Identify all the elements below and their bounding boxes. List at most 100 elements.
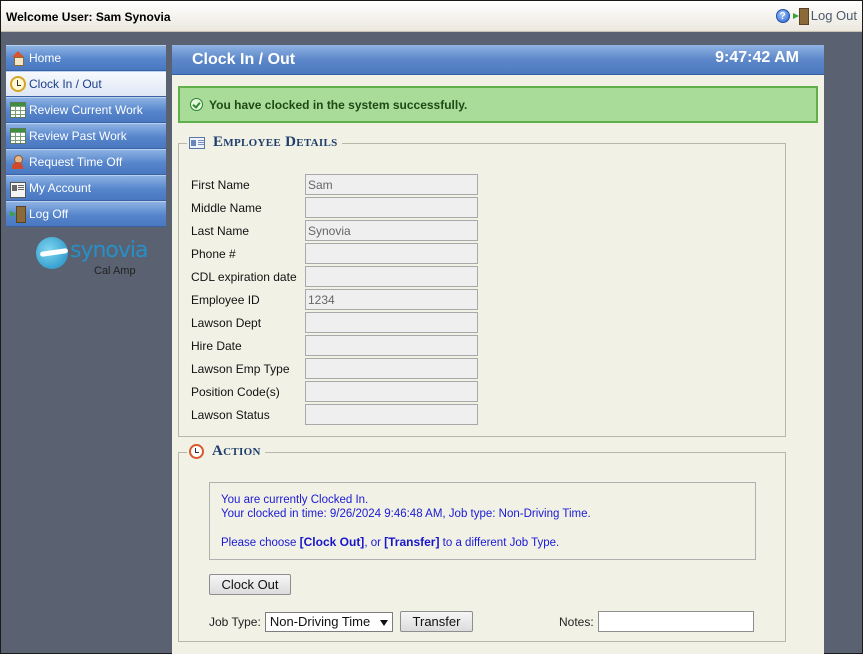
help-icon[interactable]: ? <box>775 8 790 23</box>
door-exit-icon <box>10 206 26 223</box>
main-panel: Clock In / Out 9:47:42 AM You have clock… <box>172 45 824 654</box>
middle-name-field[interactable] <box>305 197 478 218</box>
position-codes-field[interactable] <box>305 381 478 402</box>
sidebar-item-request-time-off[interactable]: Request Time Off <box>6 149 166 175</box>
field-lawson-dept: Lawson Dept <box>191 312 478 333</box>
top-actions: ? Log Out <box>775 8 857 25</box>
action-section: Action You are currently Clocked In. You… <box>178 443 786 642</box>
logout-link[interactable]: Log Out <box>792 8 857 25</box>
person-icon <box>10 154 26 170</box>
sidebar-item-label: Review Past Work <box>29 129 127 143</box>
sidebar-item-review-current-work[interactable]: Review Current Work <box>6 97 166 123</box>
clock-status-box: You are currently Clocked In. Your clock… <box>209 482 756 560</box>
chevron-down-icon <box>379 619 388 626</box>
notes-label: Notes: <box>559 614 594 629</box>
field-label: Position Code(s) <box>191 384 280 399</box>
field-phone: Phone # <box>191 243 478 264</box>
status-line-2: Your clocked in time: 9/26/2024 9:46:48 … <box>221 508 591 520</box>
field-hire-date: Hire Date <box>191 335 478 356</box>
employee-details-section: Employee Details First Name Middle Name … <box>178 134 786 437</box>
field-label: Phone # <box>191 246 236 261</box>
sidebar-item-label: Home <box>29 51 62 65</box>
notes-input[interactable] <box>597 611 754 632</box>
spreadsheet-icon <box>10 102 26 118</box>
field-label: Last Name <box>191 223 250 238</box>
sidebar-item-label: Log Off <box>29 207 69 221</box>
logout-label: Log Out <box>810 8 857 23</box>
field-label: Employee ID <box>191 292 260 307</box>
choose-clockout-text: [Clock Out] <box>299 535 365 549</box>
job-type-group: Job Type: Non-Driving Time <box>209 611 393 632</box>
phone-field[interactable] <box>305 243 478 264</box>
page-title: Clock In / Out <box>192 51 296 68</box>
sidebar-item-label: Review Current Work <box>29 103 143 117</box>
field-lawson-status: Lawson Status <box>191 404 478 425</box>
cdl-expiration-field[interactable] <box>305 266 478 287</box>
clock-time: 9:47:42 AM <box>715 49 799 66</box>
choose-instruction: Please choose [Clock Out], or [Transfer]… <box>221 535 755 550</box>
field-employee-id: Employee ID <box>191 289 478 310</box>
home-icon <box>10 50 26 66</box>
clock-icon <box>10 76 26 92</box>
sidebar-item-home[interactable]: Home <box>6 45 166 71</box>
field-label: CDL expiration date <box>191 269 297 284</box>
lawson-status-field[interactable] <box>305 404 478 425</box>
field-label: First Name <box>191 177 250 192</box>
choose-transfer-text: [Transfer] <box>384 535 440 549</box>
sidebar-item-label: My Account <box>29 181 92 195</box>
id-card-icon <box>189 136 205 149</box>
spreadsheet-icon <box>10 128 26 144</box>
employee-details-legend: Employee Details <box>187 134 342 151</box>
sidebar-nav: Home Clock In / Out Review Current Work … <box>6 45 166 277</box>
lawson-emp-type-field[interactable] <box>305 358 478 379</box>
sidebar-item-clock-in-out[interactable]: Clock In / Out <box>6 71 166 97</box>
field-label: Hire Date <box>191 338 242 353</box>
section-title: Action <box>212 443 261 459</box>
section-title: Employee Details <box>213 134 338 150</box>
field-position-codes: Position Code(s) <box>191 381 478 402</box>
sidebar-item-label: Clock In / Out <box>29 77 102 91</box>
brand-name: synovia <box>70 238 148 263</box>
last-name-field[interactable] <box>305 220 478 241</box>
brand-sub: Cal Amp <box>94 265 136 277</box>
notes-group: Notes: <box>559 611 754 632</box>
id-card-icon <box>10 182 26 198</box>
first-name-field[interactable] <box>305 174 478 195</box>
field-first-name: First Name <box>191 174 478 195</box>
choose-suffix: to a different Job Type. <box>439 537 560 549</box>
field-label: Middle Name <box>191 200 262 215</box>
sidebar-item-my-account[interactable]: My Account <box>6 175 166 201</box>
hire-date-field[interactable] <box>305 335 478 356</box>
choose-prefix: Please choose <box>221 537 300 549</box>
action-legend: Action <box>187 443 265 460</box>
transfer-button[interactable]: Transfer <box>400 611 473 632</box>
job-type-selected: Non-Driving Time <box>269 613 371 629</box>
main-header: Clock In / Out 9:47:42 AM <box>172 45 824 75</box>
sidebar-item-log-off[interactable]: Log Off <box>6 201 166 227</box>
field-lawson-emp-type: Lawson Emp Type <box>191 358 478 379</box>
sidebar-item-label: Request Time Off <box>29 155 123 169</box>
success-banner: You have clocked in the system successfu… <box>178 86 818 123</box>
job-type-select[interactable]: Non-Driving Time <box>264 611 393 632</box>
alarm-clock-icon <box>189 444 204 459</box>
door-exit-icon <box>792 8 809 25</box>
check-circle-icon <box>190 98 203 111</box>
success-message: You have clocked in the system successfu… <box>209 97 468 112</box>
job-type-label: Job Type: <box>209 614 261 629</box>
field-cdl-expiration: CDL expiration date <box>191 266 478 287</box>
field-label: Lawson Status <box>191 407 270 422</box>
field-label: Lawson Emp Type <box>191 361 290 376</box>
choose-mid: , or <box>364 537 385 549</box>
status-line-1: You are currently Clocked In. <box>221 494 369 506</box>
welcome-text: Welcome User: Sam Synovia <box>6 10 171 24</box>
sidebar-item-review-past-work[interactable]: Review Past Work <box>6 123 166 149</box>
top-bar: Welcome User: Sam Synovia ? Log Out <box>1 1 862 32</box>
field-label: Lawson Dept <box>191 315 262 330</box>
field-middle-name: Middle Name <box>191 197 478 218</box>
clock-out-button[interactable]: Clock Out <box>209 574 291 595</box>
employee-id-field[interactable] <box>305 289 478 310</box>
synovia-logo-icon <box>36 237 68 269</box>
brand-logo: synovia Cal Amp <box>36 237 148 282</box>
field-last-name: Last Name <box>191 220 478 241</box>
lawson-dept-field[interactable] <box>305 312 478 333</box>
